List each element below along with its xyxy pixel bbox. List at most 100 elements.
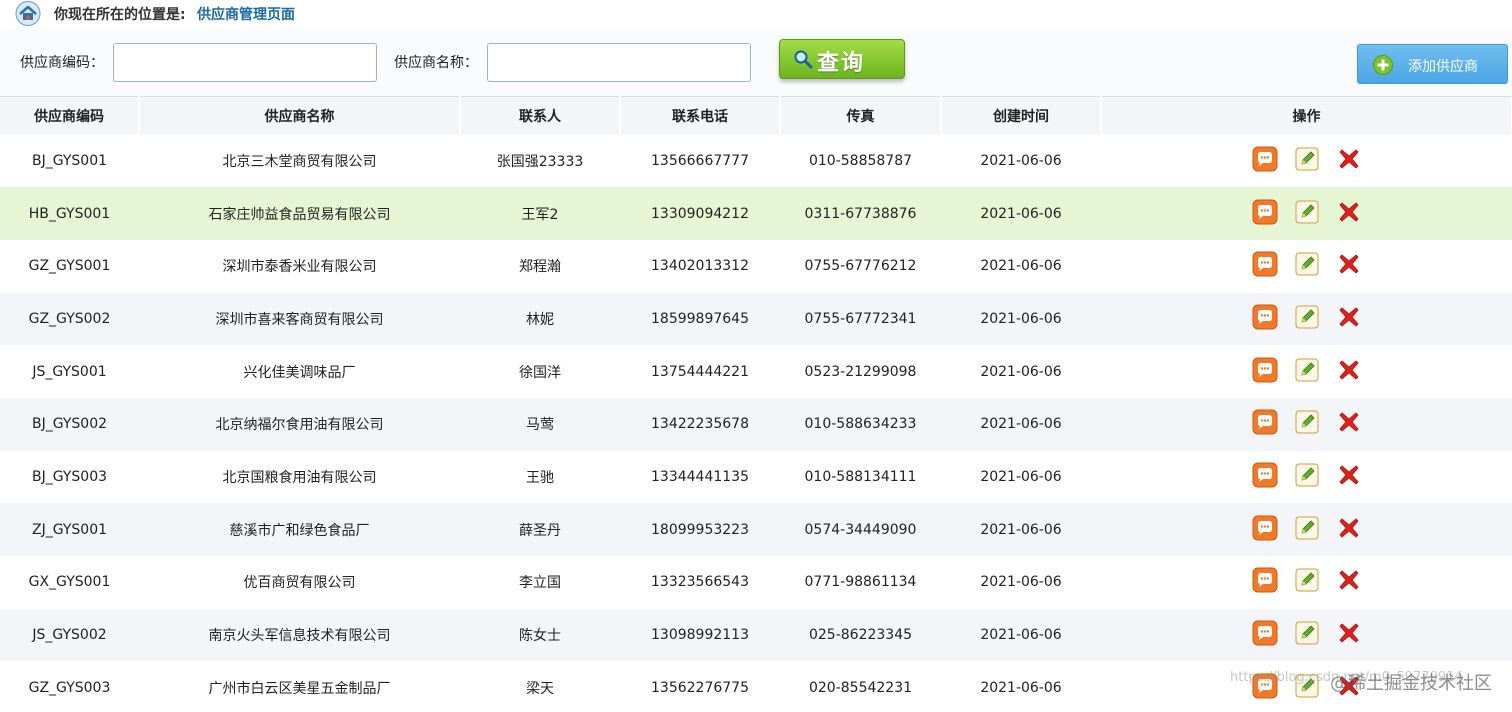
cell-contact: 李立国 [460,556,620,609]
view-icon[interactable] [1252,567,1278,593]
cell-supplier-name: 北京三木堂商贸有限公司 [139,134,460,188]
edit-icon[interactable] [1294,357,1320,383]
view-icon[interactable] [1252,304,1278,330]
delete-icon[interactable] [1336,462,1362,488]
edit-icon[interactable] [1294,146,1320,172]
cell-fax: 010-588134111 [780,450,941,504]
table-row[interactable]: JS_GYS002 南京火头军信息技术有限公司 陈女士 13098992113 025-… [0,608,1512,662]
cell-fax: 0523-21299098 [780,345,941,398]
cell-phone: 13402013312 [620,239,780,293]
table-row[interactable]: ZJ_GYS001 慈溪市广和绿色食品厂 薛圣丹 18099953223 0574-34… [0,503,1512,556]
cell-supplier-code: JS_GYS001 [0,345,139,398]
cell-supplier-code: ZJ_GYS001 [0,503,139,556]
cell-actions [1101,450,1512,504]
cell-phone: 18099953223 [620,503,780,556]
edit-icon[interactable] [1294,462,1320,488]
delete-icon[interactable] [1336,146,1362,172]
cell-supplier-code: BJ_GYS003 [0,450,139,504]
cell-phone: 13566667777 [620,134,780,188]
view-icon[interactable] [1252,462,1278,488]
add-supplier-button[interactable]: 添加供应商 [1357,44,1508,84]
view-icon[interactable] [1252,146,1278,172]
cell-created-time: 2021-06-06 [941,608,1101,662]
breadcrumb-current-page[interactable]: 供应商管理页面 [197,4,295,24]
cell-supplier-code: BJ_GYS001 [0,134,139,188]
cell-contact: 陈女士 [460,608,620,662]
cell-supplier-code: GX_GYS001 [0,556,139,609]
header-supplier-code: 供应商编码 [0,96,140,135]
supplier-name-input[interactable] [487,43,751,82]
header-actions: 操作 [1101,96,1512,135]
cell-supplier-name: 北京国粮食用油有限公司 [139,450,460,504]
delete-icon[interactable] [1336,199,1362,225]
view-icon[interactable] [1252,620,1278,646]
cell-created-time: 2021-06-06 [941,556,1101,609]
edit-icon[interactable] [1294,304,1320,330]
cell-contact: 王驰 [460,450,620,504]
edit-icon[interactable] [1294,251,1320,277]
cell-actions [1101,239,1512,293]
view-icon[interactable] [1252,357,1278,383]
cell-actions [1101,608,1512,662]
view-icon[interactable] [1252,251,1278,277]
cell-supplier-code: HB_GYS001 [0,187,139,240]
add-supplier-button-label: 添加供应商 [1408,59,1478,75]
table-row[interactable]: BJ_GYS002 北京纳福尔食用油有限公司 马莺 13422235678 010-58… [0,397,1512,451]
cell-supplier-name: 深圳市泰香米业有限公司 [139,239,460,293]
delete-icon[interactable] [1336,409,1362,435]
cell-actions [1101,345,1512,398]
delete-icon[interactable] [1336,304,1362,330]
cell-contact: 薛圣丹 [460,503,620,556]
table-row[interactable]: HB_GYS001 石家庄帅益食品贸易有限公司 王军2 13309094212 0311… [0,187,1512,240]
cell-phone: 13098992113 [620,608,780,662]
supplier-code-input[interactable] [113,43,377,82]
cell-created-time: 2021-06-06 [941,239,1101,293]
cell-fax: 010-58858787 [780,134,941,188]
cell-supplier-code: BJ_GYS002 [0,397,139,451]
view-icon[interactable] [1252,199,1278,225]
table-row[interactable]: BJ_GYS001 北京三木堂商贸有限公司 张国强23333 13566667777 0… [0,134,1512,188]
table-row[interactable]: GZ_GYS002 深圳市喜来客商贸有限公司 林妮 18599897645 0755-6… [0,292,1512,346]
cell-supplier-name: 南京火头军信息技术有限公司 [139,608,460,662]
delete-icon[interactable] [1336,567,1362,593]
table-body: BJ_GYS001 北京三木堂商贸有限公司 张国强23333 13566667777 0… [0,134,1512,712]
row-actions [1244,357,1370,383]
table-row[interactable]: GX_GYS001 优百商贸有限公司 李立国 13323566543 0771-9886… [0,556,1512,609]
delete-icon[interactable] [1336,620,1362,646]
cell-phone: 13344441135 [620,450,780,504]
cell-phone: 13754444221 [620,345,780,398]
cell-supplier-code: JS_GYS002 [0,608,139,662]
cell-supplier-code: GZ_GYS001 [0,239,139,293]
cell-supplier-name: 慈溪市广和绿色食品厂 [139,503,460,556]
table-row[interactable]: GZ_GYS003 广州市白云区美星五金制品厂 梁天 13562276775 020-8… [0,661,1512,712]
cell-fax: 020-85542231 [780,661,941,712]
cell-phone: 13422235678 [620,397,780,451]
delete-icon[interactable] [1336,251,1362,277]
header-contact: 联系人 [460,96,621,135]
supplier-code-label: 供应商编码： [20,55,104,71]
cell-actions [1101,134,1512,188]
query-button[interactable]: 查询 [779,39,905,79]
edit-icon[interactable] [1294,620,1320,646]
home-icon[interactable] [14,1,42,26]
cell-contact: 王军2 [460,187,620,240]
cell-actions [1101,503,1512,556]
edit-icon[interactable] [1294,409,1320,435]
breadcrumb-prefix: 你现在所在的位置是: [54,7,186,23]
edit-icon[interactable] [1294,515,1320,541]
table-row[interactable]: GZ_GYS001 深圳市泰香米业有限公司 郑程瀚 13402013312 0755-6… [0,239,1512,293]
edit-icon[interactable] [1294,567,1320,593]
delete-icon[interactable] [1336,515,1362,541]
cell-created-time: 2021-06-06 [941,450,1101,504]
supplier-table: 供应商编码 供应商名称 联系人 联系电话 传真 创建时间 操作 BJ_GYS00… [0,96,1512,712]
view-icon[interactable] [1252,409,1278,435]
cell-fax: 0771-98861134 [780,556,941,609]
edit-icon[interactable] [1294,199,1320,225]
table-row[interactable]: JS_GYS001 兴化佳美调味品厂 徐国洋 13754444221 0523-2129… [0,345,1512,398]
view-icon[interactable] [1252,515,1278,541]
delete-icon[interactable] [1336,357,1362,383]
table-row[interactable]: BJ_GYS003 北京国粮食用油有限公司 王驰 13344441135 010-588… [0,450,1512,504]
cell-fax: 0755-67772341 [780,292,941,346]
watermark-site: @稀土掘金技术社区 [1330,673,1492,694]
row-actions [1244,409,1370,435]
